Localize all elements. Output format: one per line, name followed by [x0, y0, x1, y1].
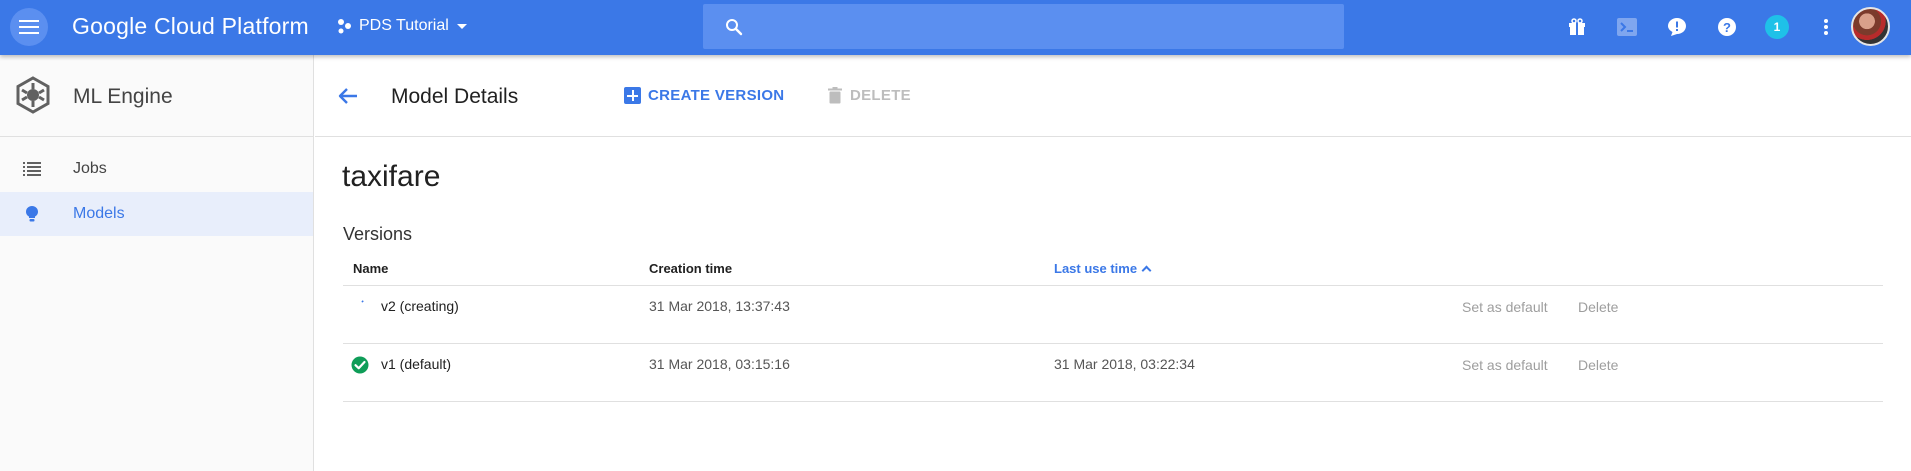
delete-label: DELETE — [850, 87, 911, 104]
sidebar-item-jobs[interactable]: Jobs — [0, 147, 313, 191]
column-header-last-use-time[interactable]: Last use time — [1054, 261, 1152, 276]
trash-icon — [828, 87, 842, 104]
gift-icon[interactable] — [1566, 16, 1588, 38]
delete-model-button[interactable]: DELETE — [828, 87, 911, 104]
creation-time: 31 Mar 2018, 13:37:43 — [649, 298, 790, 314]
more-vert-icon[interactable] — [1815, 16, 1837, 38]
page-title: Model Details — [391, 85, 519, 108]
model-name: taxifare — [342, 160, 441, 193]
sidebar-header: ML Engine — [0, 55, 314, 137]
table-row[interactable]: v1 (default) 31 Mar 2018, 03:15:16 31 Ma… — [343, 344, 1883, 402]
search-input[interactable] — [759, 12, 1319, 41]
menu-icon — [19, 20, 39, 34]
cloud-shell-icon[interactable] — [1616, 16, 1638, 38]
versions-table: Name Creation time Last use time v2 (cre… — [343, 258, 1883, 402]
column-header-label: Last use time — [1054, 261, 1138, 276]
version-name[interactable]: v2 (creating) — [381, 298, 459, 314]
set-as-default-button[interactable]: Set as default — [1462, 299, 1548, 315]
brand-title[interactable]: Google Cloud Platform — [72, 13, 309, 40]
delete-version-button[interactable]: Delete — [1578, 357, 1618, 373]
table-header: Name Creation time Last use time — [343, 258, 1883, 286]
column-header-name[interactable]: Name — [353, 261, 388, 276]
check-circle-icon — [351, 356, 369, 374]
lightbulb-icon — [22, 204, 42, 224]
sidebar-item-models[interactable]: Models — [0, 192, 313, 236]
sidebar-item-label: Models — [73, 205, 125, 222]
sort-ascending-icon — [1141, 265, 1152, 276]
arrow-back-icon — [338, 88, 357, 104]
delete-version-button[interactable]: Delete — [1578, 299, 1618, 315]
product-title: ML Engine — [73, 85, 173, 108]
versions-heading: Versions — [343, 224, 413, 244]
create-version-label: CREATE VERSION — [648, 87, 785, 104]
svg-text:?: ? — [1723, 20, 1731, 35]
top-app-bar: Google Cloud Platform PDS Tutorial ? 1 — [0, 0, 1911, 55]
table-row[interactable]: v2 (creating) 31 Mar 2018, 13:37:43 Set … — [343, 286, 1883, 344]
hamburger-menu-button[interactable] — [10, 8, 48, 46]
project-name: PDS Tutorial — [359, 17, 449, 34]
ml-engine-icon — [16, 76, 50, 114]
search-icon — [726, 19, 743, 36]
sidebar: ML Engine Jobs Models — [0, 55, 314, 471]
set-as-default-button[interactable]: Set as default — [1462, 357, 1548, 373]
feedback-icon[interactable] — [1666, 16, 1688, 38]
list-icon — [22, 159, 42, 179]
help-icon[interactable]: ? — [1716, 16, 1738, 38]
version-name[interactable]: v1 (default) — [381, 356, 451, 372]
column-header-creation-time[interactable]: Creation time — [649, 261, 732, 276]
chevron-down-icon — [456, 23, 467, 29]
last-use-time: 31 Mar 2018, 03:22:34 — [1054, 356, 1195, 372]
project-icon — [338, 19, 351, 34]
create-version-button[interactable]: CREATE VERSION — [624, 87, 784, 104]
add-box-icon — [624, 87, 641, 104]
loading-spinner-icon — [361, 300, 364, 303]
back-button[interactable] — [335, 83, 361, 109]
sidebar-item-label: Jobs — [73, 160, 107, 177]
creation-time: 31 Mar 2018, 03:15:16 — [649, 356, 790, 372]
project-selector[interactable]: PDS Tutorial — [337, 17, 467, 35]
notifications-badge[interactable]: 1 — [1765, 15, 1789, 39]
account-avatar[interactable] — [1851, 7, 1890, 46]
search-bar[interactable] — [703, 4, 1344, 49]
action-bar: Model Details CREATE VERSION DELETE — [315, 55, 1911, 137]
